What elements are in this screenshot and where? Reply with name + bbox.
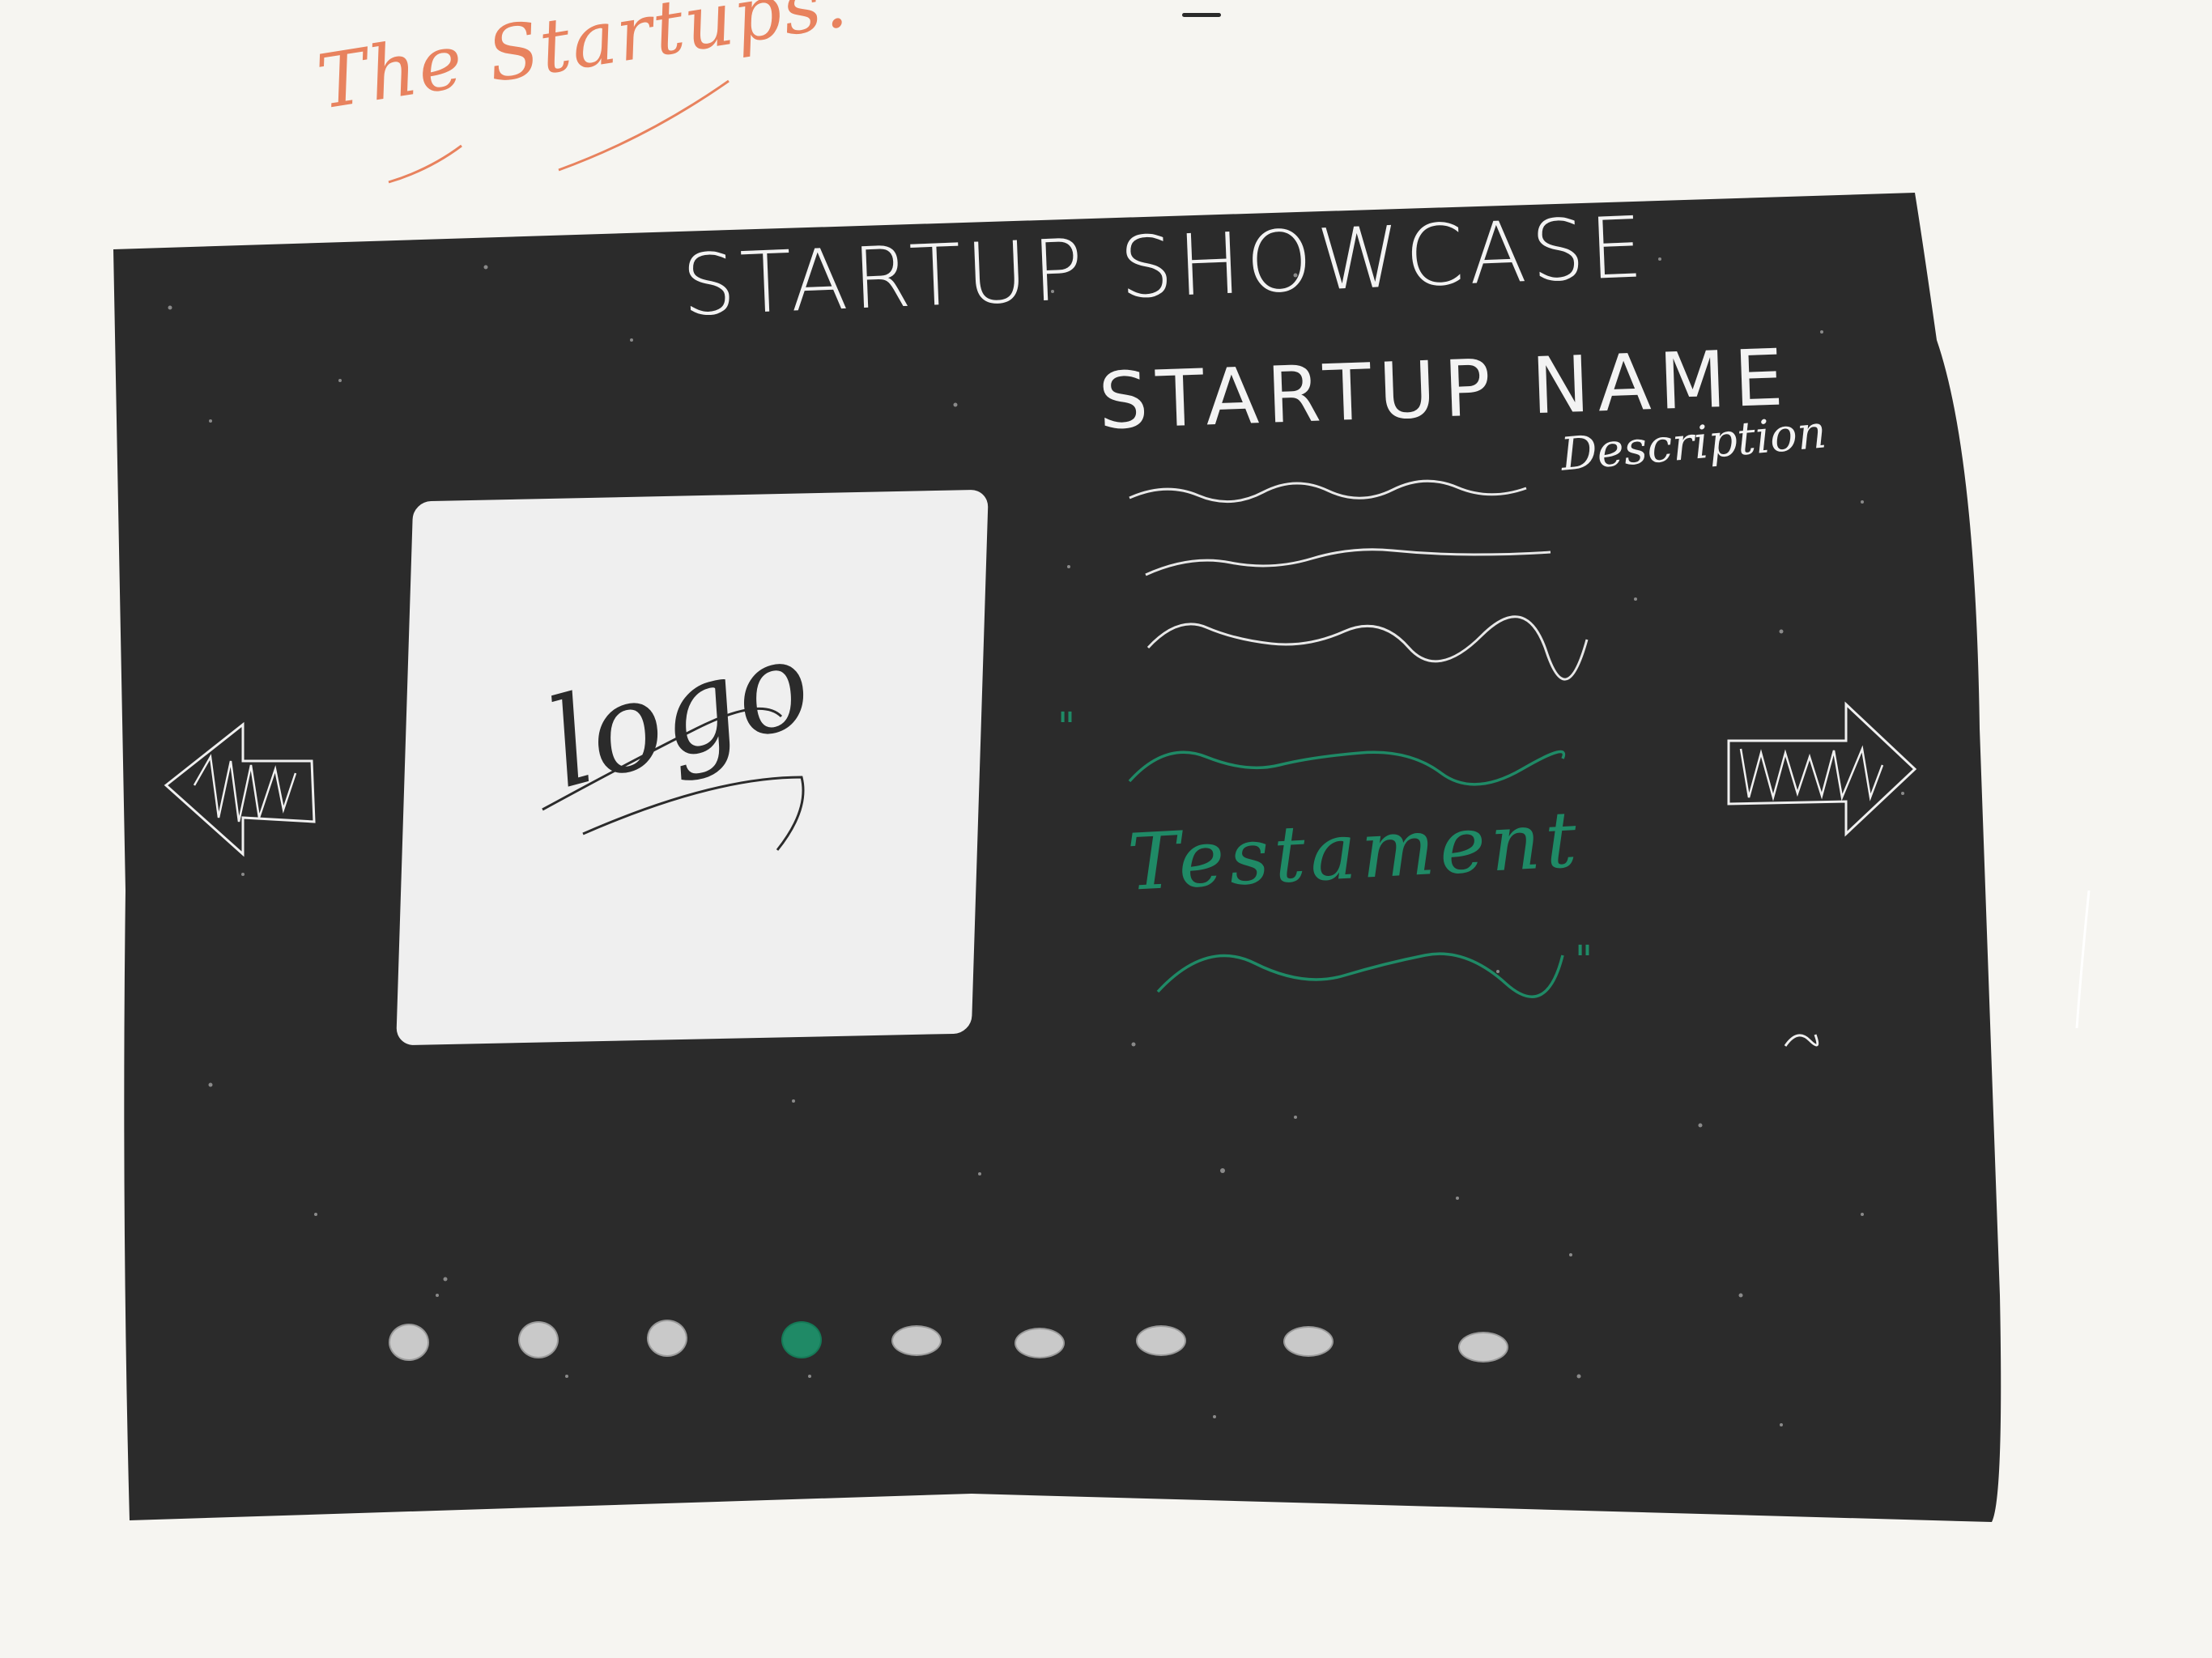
pagination-dot-7[interactable]	[1136, 1325, 1186, 1356]
pagination-dot-9[interactable]	[1458, 1332, 1508, 1363]
pagination-dot-8[interactable]	[1283, 1326, 1334, 1357]
right-arrow-icon[interactable]	[1725, 700, 1919, 838]
pagination-dot-3[interactable]	[647, 1320, 687, 1357]
left-arrow-icon[interactable]	[162, 712, 324, 858]
testimonial-close-quote: "	[1575, 937, 1593, 983]
showcase-board: STARTUP SHOWCASE logo STARTUP NAME Descr…	[0, 0, 2212, 1658]
pagination-dot-1[interactable]	[389, 1324, 429, 1361]
pagination-dot-2[interactable]	[518, 1321, 559, 1358]
pagination-dot-5[interactable]	[891, 1325, 942, 1356]
pagination-dot-6[interactable]	[1015, 1328, 1065, 1358]
pagination-dot-4[interactable]	[781, 1321, 822, 1358]
testimonial-open-quote: "	[1057, 704, 1076, 750]
